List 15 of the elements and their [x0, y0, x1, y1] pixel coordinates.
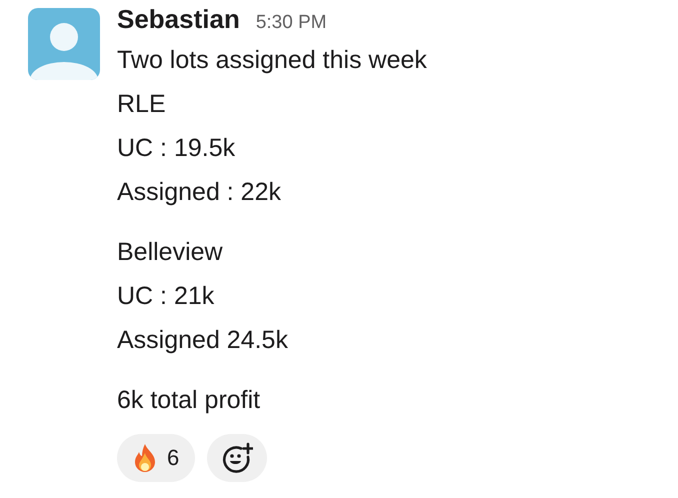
message-line: Two lots assigned this week [117, 45, 427, 76]
message-line: Belleview [117, 237, 224, 268]
message-line: 6k total profit [117, 385, 262, 416]
message-line: Assigned : 22k [117, 177, 282, 208]
flame-icon [133, 443, 157, 473]
message-line: RLE [117, 89, 167, 120]
message-line: Assigned 24.5k [117, 325, 289, 356]
author-name[interactable]: Sebastian [117, 4, 240, 35]
message-line: UC : 19.5k [117, 133, 236, 164]
avatar-icon [28, 8, 100, 80]
timestamp[interactable]: 5:30 PM [256, 12, 327, 34]
add-emoji-icon [221, 442, 254, 474]
add-reaction-button[interactable] [207, 434, 268, 482]
reaction-button[interactable]: 6 [117, 434, 196, 482]
message-line: UC : 21k [117, 281, 216, 312]
